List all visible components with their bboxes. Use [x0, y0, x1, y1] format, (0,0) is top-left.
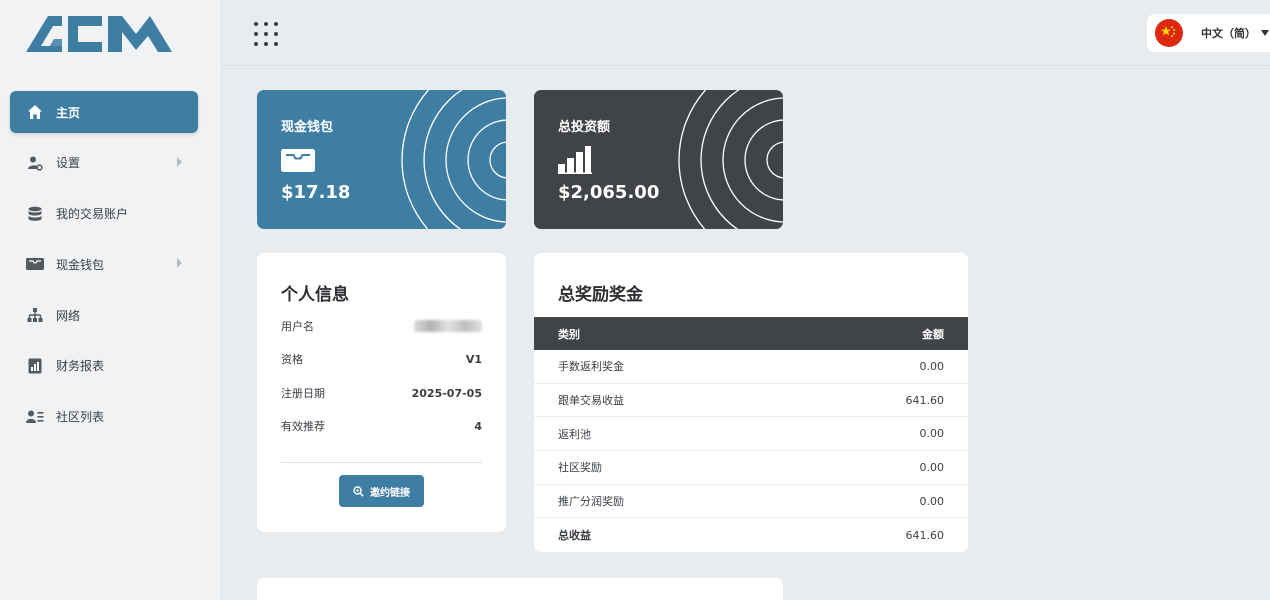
sidebar-item-label: 财务报表 — [56, 359, 105, 374]
sidebar-item-label: 网络 — [56, 308, 81, 323]
decorative-rings — [401, 90, 506, 229]
search-icon — [353, 485, 364, 497]
invite-link-button[interactable]: 邀约链接 — [339, 475, 424, 507]
info-row-valid-referrals: 有效推荐 4 — [281, 416, 482, 436]
caret-down-icon — [1261, 30, 1269, 36]
sidebar-item-label: 设置 — [56, 156, 81, 171]
row-label: 手数返利奖金 — [558, 360, 624, 374]
cash-wallet-card: 现金钱包 $17.18 — [257, 90, 506, 229]
panel-title: 总奖励奖金 — [558, 285, 643, 305]
info-label: 用户名 — [281, 320, 314, 333]
card-title: 总投资额 — [558, 120, 611, 135]
sidebar: 主页 设置 我的交易账户 现金钱包 网络 财务报表 社区列表 — [0, 0, 222, 600]
sidebar-item-network[interactable]: 网络 — [10, 294, 198, 336]
chevron-right-icon — [177, 156, 182, 167]
row-amount: 0.00 — [919, 460, 945, 474]
report-icon — [26, 357, 44, 375]
table-row: 社区奖励 0.00 — [534, 451, 968, 485]
info-value: 4 — [474, 419, 482, 433]
info-label: 资格 — [281, 353, 303, 366]
invite-button-label: 邀约链接 — [370, 487, 410, 499]
language-selector[interactable]: 中文（简） — [1147, 14, 1270, 52]
info-value: V1 — [465, 352, 482, 366]
row-label: 推广分润奖励 — [558, 495, 624, 509]
table-row: 手数返利奖金 0.00 — [534, 350, 968, 384]
card-title: 现金钱包 — [281, 120, 334, 135]
sidebar-item-community-list[interactable]: 社区列表 — [10, 396, 198, 438]
table-row: 推广分润奖励 0.00 — [534, 485, 968, 519]
panel-title: 个人信息 — [281, 285, 349, 305]
database-icon — [26, 205, 44, 223]
sidebar-item-trading-accounts[interactable]: 我的交易账户 — [10, 193, 198, 235]
column-header-type: 类别 — [558, 327, 580, 341]
contact-list-icon — [26, 408, 44, 426]
acm-logo[interactable] — [24, 14, 174, 54]
table-body: 手数返利奖金 0.00 跟单交易收益 641.60 返利池 0.00 社区奖励 … — [534, 350, 968, 552]
sidebar-item-label: 现金钱包 — [56, 257, 105, 272]
chevron-right-icon — [177, 258, 182, 269]
column-header-amount: 金额 — [922, 327, 944, 341]
top-bar: 中文（简） — [223, 0, 1270, 66]
sidebar-item-cash-wallet[interactable]: 现金钱包 — [10, 243, 198, 285]
row-label: 总收益 — [558, 529, 591, 543]
sidebar-item-label: 我的交易账户 — [56, 207, 129, 222]
wallet-icon — [26, 255, 44, 273]
grid-dots-icon[interactable] — [254, 22, 280, 48]
table-row-total: 总收益 641.60 — [534, 518, 968, 552]
sidebar-nav: 主页 设置 我的交易账户 现金钱包 网络 财务报表 社区列表 — [10, 91, 198, 447]
sidebar-item-financial-reports[interactable]: 财务报表 — [10, 345, 198, 387]
bar-chart-icon — [558, 146, 592, 174]
table-row: 跟单交易收益 641.60 — [534, 384, 968, 418]
info-value: 2025-07-05 — [411, 386, 482, 400]
table-row: 返利池 0.00 — [534, 417, 968, 452]
info-row-qualification: 资格 V1 — [281, 349, 482, 369]
wallet-icon — [281, 149, 315, 172]
info-row-register-date: 注册日期 2025-07-05 — [281, 383, 482, 403]
bottom-panel — [257, 578, 783, 600]
card-value: $17.18 — [281, 182, 351, 203]
info-label: 注册日期 — [281, 387, 325, 400]
divider — [281, 462, 482, 463]
profile-panel: 个人信息 用户名 资格 V1 注册日期 2025-07-05 有效推荐 4 邀约… — [257, 253, 506, 532]
total-investment-card: 总投资额 $2,065.00 — [534, 90, 783, 229]
language-label: 中文（简） — [1201, 27, 1256, 40]
row-label: 社区奖励 — [558, 461, 602, 475]
sidebar-item-label: 社区列表 — [56, 410, 105, 425]
row-label: 跟单交易收益 — [558, 394, 624, 408]
row-amount: 0.00 — [919, 494, 945, 508]
home-icon — [26, 103, 44, 121]
bonus-panel: 总奖励奖金 类别 金额 手数返利奖金 0.00 跟单交易收益 641.60 返利… — [534, 253, 968, 552]
row-amount: 0.00 — [919, 427, 945, 441]
network-icon — [26, 306, 44, 324]
row-amount: 0.00 — [919, 359, 945, 373]
info-row-username: 用户名 — [281, 316, 482, 336]
redacted-username — [414, 320, 482, 332]
china-flag-icon — [1155, 19, 1183, 47]
info-label: 有效推荐 — [281, 420, 325, 433]
sidebar-item-settings[interactable]: 设置 — [10, 142, 198, 184]
row-amount: 641.60 — [905, 393, 945, 407]
row-label: 返利池 — [558, 427, 591, 441]
row-amount: 641.60 — [905, 528, 945, 542]
user-gear-icon — [26, 154, 44, 172]
sidebar-item-label: 主页 — [56, 105, 81, 120]
decorative-rings — [678, 90, 783, 229]
card-value: $2,065.00 — [558, 182, 660, 203]
table-header: 类别 金额 — [534, 317, 968, 350]
sidebar-item-home[interactable]: 主页 — [10, 91, 198, 133]
